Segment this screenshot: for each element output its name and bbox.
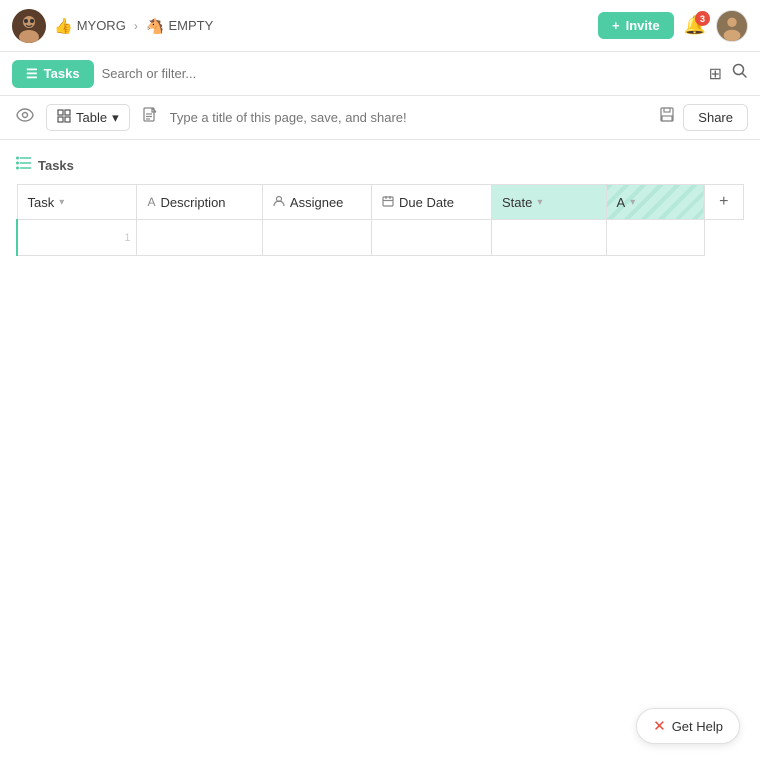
table-view-button[interactable]: Table ▾	[46, 104, 130, 131]
search-icon[interactable]	[732, 63, 748, 84]
table-label: Table	[76, 110, 107, 125]
assignee-col-label: Assignee	[290, 195, 343, 210]
share-button[interactable]: Share	[683, 104, 748, 131]
toolbar-icons: ⊞	[709, 63, 748, 84]
org-icon: 👍	[54, 17, 73, 35]
table-header-row: Task ▾ A Description	[17, 185, 744, 220]
navbar-left: 👍 MYORG › 🐴 EMPTY	[12, 9, 590, 43]
state-col-label: State	[502, 195, 532, 210]
table-chevron-icon: ▾	[112, 110, 119, 126]
section-label: Tasks	[38, 158, 74, 173]
notifications-button[interactable]: 🔔 3	[684, 15, 706, 36]
extra-col-label: A	[617, 195, 626, 210]
assignee-column-header[interactable]: Assignee	[262, 185, 371, 220]
task-col-label: Task	[28, 195, 55, 210]
task-cell[interactable]	[137, 220, 262, 256]
duedate-cell[interactable]	[491, 220, 606, 256]
org-item[interactable]: 👍 MYORG	[54, 17, 126, 35]
description-column-header[interactable]: A Description	[137, 185, 262, 220]
invite-plus-icon: +	[612, 18, 620, 33]
help-button[interactable]: ✕ Get Help	[636, 708, 740, 744]
help-close-icon: ✕	[653, 717, 666, 735]
grid-view-icon[interactable]: ⊞	[709, 64, 722, 84]
workspace-item[interactable]: 🐴 EMPTY	[146, 17, 213, 35]
main-avatar[interactable]	[12, 9, 46, 43]
section-title: Tasks	[16, 156, 744, 174]
duedate-col-icon	[382, 195, 394, 210]
assignee-col-icon	[273, 195, 285, 210]
notification-badge: 3	[695, 11, 710, 26]
doc-icon[interactable]	[138, 103, 162, 132]
desc-cell[interactable]	[262, 220, 371, 256]
eye-icon[interactable]	[12, 104, 38, 131]
state-col-chevron-icon: ▾	[537, 197, 542, 208]
main-content: Tasks Task ▾ A Description	[0, 140, 760, 256]
duedate-column-header[interactable]: Due Date	[372, 185, 492, 220]
workspace-name: EMPTY	[169, 18, 214, 33]
assignee-cell[interactable]	[372, 220, 492, 256]
task-col-chevron-icon: ▾	[59, 197, 64, 208]
navbar: 👍 MYORG › 🐴 EMPTY + Invite 🔔 3	[0, 0, 760, 52]
search-input[interactable]	[102, 66, 701, 81]
workspace-icon: 🐴	[146, 17, 165, 35]
task-column-header[interactable]: Task ▾	[17, 185, 137, 220]
invite-label: Invite	[626, 18, 660, 33]
state-cell[interactable]	[606, 220, 704, 256]
table-grid-icon	[57, 109, 71, 126]
extra-col-chevron-icon: ▾	[630, 197, 635, 208]
add-column-button[interactable]: +	[704, 185, 743, 220]
save-icon[interactable]	[659, 107, 675, 128]
desc-col-icon: A	[147, 195, 155, 209]
desc-col-label: Description	[161, 195, 226, 210]
tasks-button[interactable]: ☰ Tasks	[12, 60, 94, 88]
help-label: Get Help	[672, 719, 723, 734]
secondary-toolbar: ☰ Tasks ⊞	[0, 52, 760, 96]
tasks-icon: ☰	[26, 66, 38, 82]
org-name: MYORG	[77, 18, 126, 33]
page-title-input[interactable]	[170, 110, 652, 125]
section-list-icon	[16, 156, 32, 174]
extra-column-header[interactable]: A ▾	[606, 185, 704, 220]
state-column-header[interactable]: State ▾	[491, 185, 606, 220]
breadcrumb-chevron: ›	[134, 19, 138, 33]
user-avatar[interactable]	[716, 10, 748, 42]
navbar-right: + Invite 🔔 3	[598, 10, 748, 42]
tasks-table: Task ▾ A Description	[16, 184, 744, 256]
invite-button[interactable]: + Invite	[598, 12, 674, 39]
duedate-col-label: Due Date	[399, 195, 454, 210]
row-num-cell: 1	[17, 220, 137, 256]
table-row: 1	[17, 220, 744, 256]
tasks-label: Tasks	[44, 66, 80, 81]
view-toolbar: Table ▾ Share	[0, 96, 760, 140]
